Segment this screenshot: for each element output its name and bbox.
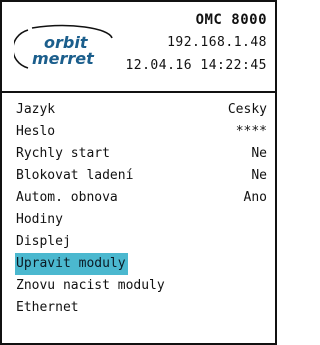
menu-item-label: Ethernet: [16, 300, 79, 315]
menu-item-auto-refresh[interactable]: Autom. obnova Ano: [2, 187, 275, 209]
menu-item-label: Displej: [16, 234, 71, 249]
menu-item-ethernet[interactable]: Ethernet: [2, 297, 275, 319]
menu-item-value: Ne: [251, 146, 267, 161]
date-time: 12.04.16 14:22:45: [125, 58, 267, 73]
menu-item-reload-modules[interactable]: Znovu nacist moduly: [2, 275, 275, 297]
logo-text-merret: merret: [32, 49, 95, 68]
menu-item-edit-modules[interactable]: Upravit moduly: [2, 253, 275, 275]
menu-item-label: Blokovat ladení: [16, 168, 134, 183]
menu-item-display[interactable]: Displej: [2, 231, 275, 253]
menu-item-label: Znovu nacist moduly: [16, 278, 165, 293]
menu-item-label: Upravit moduly: [15, 253, 128, 275]
menu-item-language[interactable]: Jazyk Cesky: [2, 99, 275, 121]
menu-item-label: Jazyk: [16, 102, 56, 117]
menu-item-value: Ne: [251, 168, 267, 183]
header-divider: [2, 91, 275, 93]
device-model: OMC 8000: [195, 12, 267, 28]
menu-item-value: Ano: [243, 190, 267, 205]
menu-item-clock[interactable]: Hodiny: [2, 209, 275, 231]
menu-item-value: Cesky: [227, 102, 267, 117]
menu-item-quick-start[interactable]: Rychly start Ne: [2, 143, 275, 165]
menu-item-block-tuning[interactable]: Blokovat ladení Ne: [2, 165, 275, 187]
menu-item-value: ****: [235, 124, 267, 139]
menu-item-label: Rychly start: [16, 146, 110, 161]
ip-address: 192.168.1.48: [167, 35, 267, 50]
menu-item-label: Heslo: [16, 124, 56, 139]
settings-menu: Jazyk Cesky Heslo **** Rychly start Ne B…: [2, 99, 275, 319]
device-screen: orbit merret OMC 8000 192.168.1.48 12.04…: [0, 0, 277, 345]
menu-item-label: Autom. obnova: [16, 190, 118, 205]
menu-item-password[interactable]: Heslo ****: [2, 121, 275, 143]
menu-item-label: Hodiny: [16, 212, 63, 227]
orbit-merret-logo: orbit merret: [14, 24, 113, 69]
